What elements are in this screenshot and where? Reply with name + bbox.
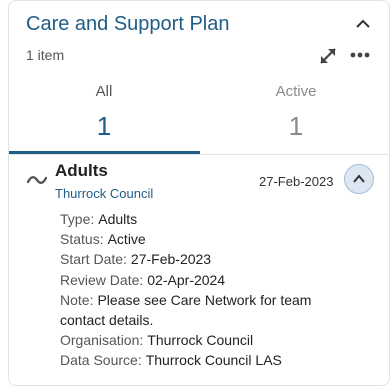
detail-start-date: Start Date: 27-Feb-2023 [60, 249, 360, 269]
detail-status: Status: Active [60, 229, 360, 249]
expand-button[interactable] [316, 44, 340, 68]
tab-all[interactable]: All 1 [9, 83, 199, 153]
tilde-wave-icon [27, 176, 47, 184]
detail-review-label: Review Date: [60, 271, 144, 288]
more-horizontal-icon [350, 52, 370, 58]
detail-note: Note: Please see Care Network for team co… [60, 290, 360, 330]
record-subtitle: Thurrock Council [55, 186, 154, 201]
detail-source-label: Data Source: [60, 352, 142, 369]
detail-source-value: Thurrock Council LAS [145, 352, 282, 369]
chevron-up-icon [356, 19, 370, 28]
detail-start-value: 27-Feb-2023 [130, 251, 212, 268]
tab-all-label: All [95, 83, 113, 100]
detail-review-date: Review Date: 02-Apr-2024 [60, 270, 360, 290]
detail-data-source: Data Source: Thurrock Council LAS [60, 350, 360, 370]
record-title: Adults [55, 161, 108, 180]
item-count: 1 item [26, 47, 65, 63]
detail-type-value: Adults [98, 211, 138, 227]
collapse-card-button[interactable] [355, 17, 371, 31]
detail-type-label: Type: [60, 211, 95, 227]
chevron-up-icon [353, 174, 365, 183]
tabs-divider [9, 154, 389, 155]
detail-note-label: Note: [60, 291, 94, 308]
detail-org-label: Organisation: [60, 332, 144, 349]
detail-organisation: Organisation: Thurrock Council [60, 330, 360, 350]
record-details: Type: Adults Status: Active Start Date: 27-… [60, 209, 360, 371]
tab-active-count: 1 [288, 111, 304, 141]
tab-all-count: 1 [96, 111, 112, 141]
record-collapse-button[interactable] [344, 164, 374, 194]
detail-status-value: Active [107, 231, 146, 248]
detail-start-label: Start Date: [60, 251, 127, 268]
tab-active-label: Active [275, 83, 317, 100]
tab-active[interactable]: Active 1 [201, 83, 389, 153]
card-title: Care and Support Plan [26, 13, 230, 35]
expand-arrows-icon [320, 48, 336, 64]
record-date: 27-Feb-2023 [259, 174, 334, 189]
detail-review-value: 02-Apr-2024 [147, 271, 226, 288]
care-support-plan-card: Care and Support Plan 1 item All 1 Activ… [8, 0, 390, 386]
detail-note-value: Please see Care Network for team contact… [60, 291, 312, 329]
more-options-button[interactable] [349, 45, 371, 65]
detail-status-label: Status: [60, 231, 104, 248]
detail-type: Type: Adults [60, 209, 360, 229]
detail-org-value: Thurrock Council [147, 332, 254, 349]
